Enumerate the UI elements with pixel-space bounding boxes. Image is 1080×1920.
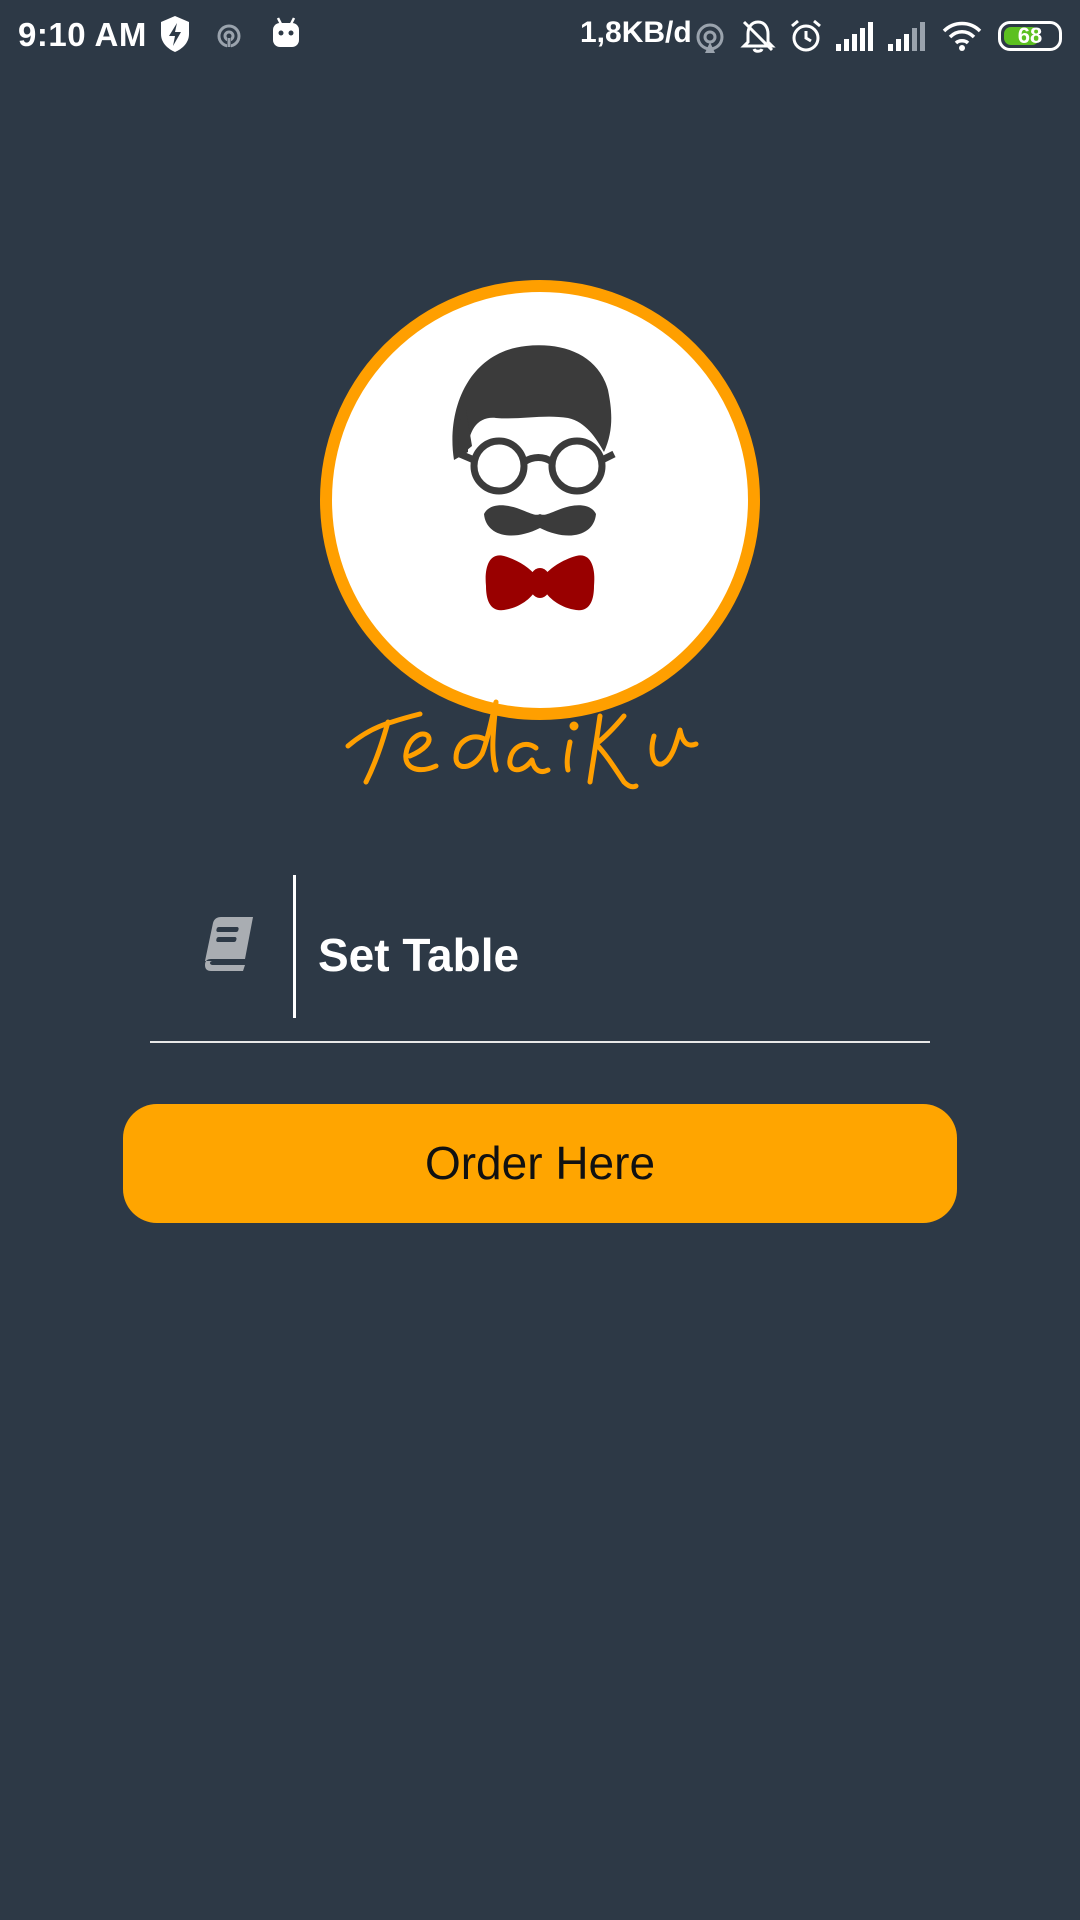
wifi-icon [942,21,982,51]
battery-icon: 68 [998,21,1062,51]
status-time: 9:10 AM [18,16,147,53]
status-bar: 9:10 AM 1,8KB/d 68 [0,0,1080,72]
book-icon [205,917,253,971]
alarm-icon [791,19,821,52]
signal-icon [836,22,873,51]
input-divider [293,875,296,1018]
app-logo [320,280,760,790]
silent-bell-icon [740,20,776,53]
order-here-button[interactable]: Order Here [123,1104,957,1223]
android-icon [273,17,299,47]
signal-icon [888,22,925,51]
app-screen: 9:10 AM 1,8KB/d 68 Set Table Order Here [0,0,1080,1920]
set-table-input[interactable] [318,920,898,990]
hotspot-icon [217,24,241,48]
network-speed: 1,8KB/d [580,16,692,49]
shield-bolt-icon [161,16,189,52]
sync-icon [696,23,724,53]
set-table-row [150,875,930,1043]
battery-level: 68 [1017,23,1043,48]
